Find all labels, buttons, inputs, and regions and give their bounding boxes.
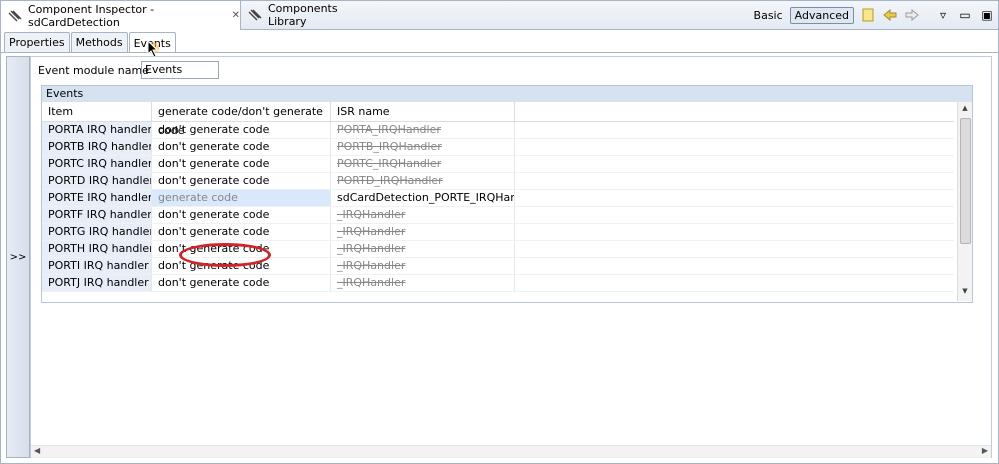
scroll-down-icon[interactable]: ▼ [958,287,972,299]
item-cell: PORTG IRQ handler [42,224,152,240]
table-row[interactable]: PORTC IRQ handler don't generate code PORT… [42,156,954,173]
scroll-left-icon[interactable]: ◀ [34,446,40,455]
item-cell: PORTI IRQ handler [42,258,152,274]
component-inspector-icon [8,10,22,22]
isr-name-cell[interactable]: PORTD_IRQHandler [331,173,515,189]
item-cell: PORTF IRQ handler [42,207,152,223]
isr-name-cell[interactable]: _IRQHandler [331,207,515,223]
isr-name-cell[interactable]: _IRQHandler [331,224,515,240]
generate-code-cell[interactable]: don't generate code [152,275,331,291]
tab-component-inspector-label: Component Inspector - sdCardDetection [28,2,155,29]
isr-name-cell[interactable]: sdCardDetection_PORTE_IRQHandler [331,190,515,206]
isr-name-cell[interactable]: _IRQHandler [331,241,515,257]
generate-code-cell[interactable]: generate code [152,190,331,206]
maximize-icon[interactable]: ▣ [979,7,995,23]
empty-cell [515,241,954,257]
isr-name-cell[interactable]: PORTB_IRQHandler [331,139,515,155]
tab-components-library[interactable]: Components Library [241,1,371,29]
item-cell: PORTA IRQ handler [42,122,152,138]
collapse-panel-button[interactable]: >> [6,56,30,458]
table-row[interactable]: PORTH IRQ handler don't generate code _IRQ… [42,241,954,258]
item-cell: PORTB IRQ handler [42,139,152,155]
table-row[interactable]: PORTD IRQ handler don't generate code PORT… [42,173,954,190]
scrollbar-thumb[interactable] [960,118,971,244]
table-row[interactable]: PORTA IRQ handler don't generate code PORT… [42,122,954,139]
empty-cell [515,224,954,240]
isr-name-cell[interactable]: PORTA_IRQHandler [331,122,515,138]
item-cell: PORTH IRQ handler [42,241,152,257]
empty-cell [515,139,954,155]
table-header: Item generate code/don't generate code I… [42,102,954,137]
generate-code-cell[interactable]: don't generate code [152,156,331,172]
item-cell: PORTJ IRQ handler [42,275,152,291]
empty-cell [515,122,954,138]
isr-name-cell[interactable]: _IRQHandler [331,258,515,274]
events-content-panel: Event module name Events Events Item gen… [30,56,992,458]
back-arrow-icon[interactable] [882,7,898,23]
tab-component-inspector[interactable]: Component Inspector - sdCardDetection ✕ [1,1,241,30]
horizontal-scrollbar[interactable]: ◀ ▶ [31,445,991,458]
advanced-mode-button[interactable]: Advanced [789,6,854,24]
component-inspector-window: Component Inspector - sdCardDetection ✕ … [0,0,999,464]
generate-code-cell[interactable]: don't generate code [152,241,331,257]
events-table: Item generate code/don't generate code I… [42,102,954,292]
minimize-icon[interactable]: ▭ [957,7,973,23]
empty-cell [515,275,954,291]
scroll-up-icon[interactable]: ▲ [958,104,972,116]
basic-mode-button[interactable]: Basic [750,8,787,23]
generate-code-cell[interactable]: don't generate code [152,207,331,223]
event-module-name-label: Event module name [38,64,149,77]
events-group: Events Item generate code/don't generate… [41,85,973,303]
event-module-name-input[interactable]: Events [141,61,219,79]
isr-name-cell[interactable]: PORTC_IRQHandler [331,156,515,172]
view-tab-bar: Component Inspector - sdCardDetection ✕ … [1,1,998,30]
item-cell: PORTD IRQ handler [42,173,152,189]
table-row[interactable]: PORTG IRQ handler don't generate code _IRQ… [42,224,954,241]
table-body: PORTA IRQ handler don't generate code PORT… [42,122,954,292]
table-row[interactable]: PORTI IRQ handler don't generate code _IRQ… [42,258,954,275]
tab-methods[interactable]: Methods [70,32,128,52]
generate-code-cell[interactable]: don't generate code [152,122,331,138]
scroll-right-icon[interactable]: ▶ [982,446,988,455]
table-row[interactable]: PORTE IRQ handler generate code sdCardDete… [42,190,954,207]
column-header-empty [515,102,954,121]
generate-code-cell[interactable]: don't generate code [152,224,331,240]
generate-code-cell[interactable]: don't generate code [152,139,331,155]
components-library-icon [248,9,262,21]
events-group-title: Events [42,86,972,102]
table-row[interactable]: PORTJ IRQ handler don't generate code _IRQ… [42,275,954,292]
table-row[interactable]: PORTB IRQ handler don't generate code PORT… [42,139,954,156]
isr-name-cell[interactable]: _IRQHandler [331,275,515,291]
view-toolbar: Basic Advanced ▿ ▭ ▣ [750,1,998,29]
item-cell: PORTE IRQ handler [42,190,152,206]
view-menu-icon[interactable]: ▿ [935,7,951,23]
empty-cell [515,258,954,274]
empty-cell [515,207,954,223]
generate-code-cell[interactable]: don't generate code [152,258,331,274]
close-icon[interactable]: ✕ [232,10,240,21]
generate-code-cell[interactable]: don't generate code [152,173,331,189]
vertical-scrollbar[interactable]: ▲ ▼ [957,102,972,301]
column-header-generate-code[interactable]: generate code/don't generate code [152,102,331,137]
empty-cell [515,156,954,172]
empty-cell [515,190,954,206]
table-row[interactable]: PORTF IRQ handler don't generate code _IRQ… [42,207,954,224]
note-icon[interactable] [860,7,876,23]
item-cell: PORTC IRQ handler [42,156,152,172]
tab-properties[interactable]: Properties [4,32,70,52]
forward-arrow-icon[interactable] [904,7,920,23]
column-header-item[interactable]: Item [42,102,152,121]
tab-components-library-label: Components Library [268,2,338,28]
column-header-isr-name[interactable]: ISR name [331,102,515,121]
empty-cell [515,173,954,189]
